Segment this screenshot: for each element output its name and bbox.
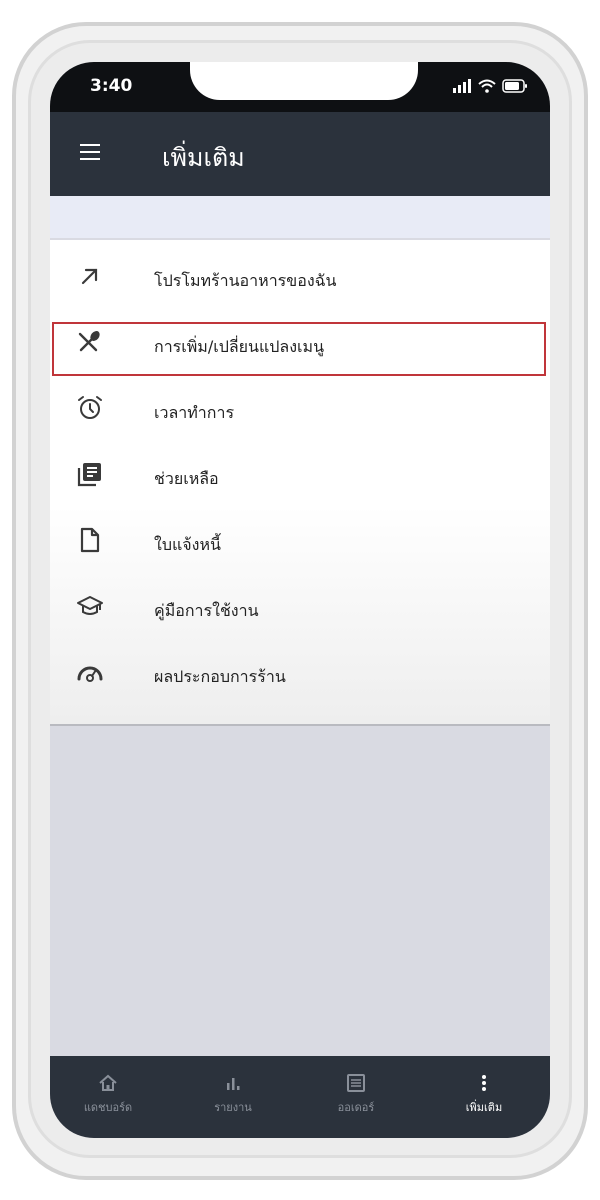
menu-item-label: ผลประกอบการร้าน: [154, 667, 286, 686]
nav-tab-orders[interactable]: ออเดอร์: [301, 1072, 411, 1116]
app-header: เพิ่มเติม: [50, 112, 550, 196]
bottom-navigation: แดชบอร์ด รายงาน ออเดอร์ เพิ่มเติม: [50, 1056, 550, 1138]
nav-tab-dashboard[interactable]: แดชบอร์ด: [53, 1072, 163, 1116]
speedometer-icon: [77, 666, 103, 682]
menu-item-label: ช่วยเหลือ: [154, 469, 219, 488]
nav-label: แดชบอร์ด: [83, 1101, 133, 1114]
hamburger-menu-icon[interactable]: [80, 144, 100, 160]
page-title: เพิ่มเติม: [162, 143, 245, 172]
highlight-box: [52, 322, 546, 376]
bar-chart-icon: [227, 1078, 240, 1090]
status-bar: 3:40: [50, 62, 550, 112]
menu-item-help[interactable]: ช่วยเหลือ: [50, 444, 550, 510]
list-icon: [347, 1074, 365, 1092]
menu-item-label: เวลาทำการ: [154, 403, 235, 422]
battery-icon: [502, 79, 527, 93]
menu-item-promote-restaurant[interactable]: โปรโมทร้านอาหารของฉัน: [50, 246, 550, 312]
home-icon: [99, 1074, 117, 1091]
nav-label: รายงาน: [214, 1101, 252, 1114]
nav-label: เพิ่มเติม: [465, 1101, 503, 1114]
menu-item-label: โปรโมทร้านอาหารของฉัน: [154, 271, 337, 290]
status-icons: [452, 79, 528, 93]
nav-tab-reports[interactable]: รายงาน: [178, 1072, 288, 1116]
nav-label: ออเดอร์: [337, 1101, 375, 1114]
menu-item-user-guide[interactable]: คู่มือการใช้งาน: [50, 576, 550, 642]
alarm-clock-icon: [78, 396, 102, 419]
nav-tab-more[interactable]: เพิ่มเติม: [429, 1072, 539, 1116]
menu-item-performance[interactable]: ผลประกอบการร้าน: [50, 642, 550, 708]
app-screen: 3:40 เพิ่มเติม โปรโมทร้านอาหารของฉัน การ…: [50, 62, 550, 1138]
menu-item-label: คู่มือการใช้งาน: [154, 601, 259, 620]
graduation-cap-icon: [77, 596, 103, 615]
menu-item-opening-hours[interactable]: เวลาทำการ: [50, 378, 550, 444]
notebook-icon: [77, 463, 101, 487]
status-time: 3:40: [90, 76, 133, 96]
more-menu-list: โปรโมทร้านอาหารของฉัน การเพิ่ม/เปลี่ยนแป…: [50, 240, 550, 726]
subheader-strip: [50, 196, 550, 238]
document-icon: [80, 527, 100, 553]
menu-item-invoice[interactable]: ใบแจ้งหนี้: [50, 510, 550, 576]
notch: [190, 62, 418, 100]
wifi-icon: [478, 79, 496, 93]
cellular-signal-icon: [453, 79, 471, 93]
more-vertical-icon: [482, 1075, 486, 1091]
arrow-up-right-icon: [81, 268, 98, 285]
menu-item-label: ใบแจ้งหนี้: [154, 535, 221, 554]
